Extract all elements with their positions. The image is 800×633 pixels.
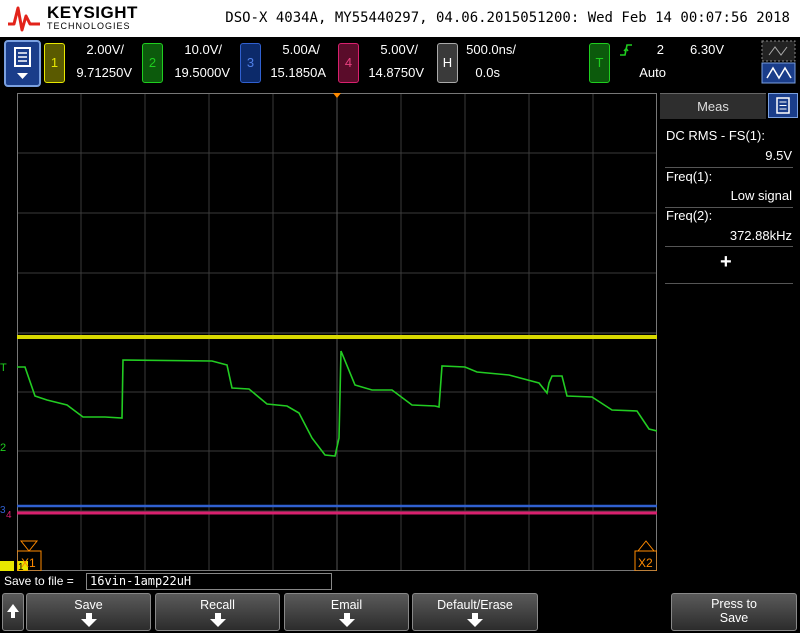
channel-3-offset: 15.1850A: [270, 65, 326, 80]
display-mode-button[interactable]: [761, 40, 796, 84]
channel-4-offset: 14.8750V: [368, 65, 424, 80]
channel-3-button[interactable]: 3: [240, 43, 261, 83]
horizontal-delay: 0.0s: [475, 65, 500, 80]
up-arrow-icon: [7, 604, 19, 618]
save-row: Save to file = 16vin-1amp22uH: [0, 572, 800, 592]
waveform-mode-icon: [761, 40, 796, 84]
softkey-bar: Save Recall Email Default/Erase Press to…: [0, 592, 800, 632]
channel-2-level-marker: 2: [0, 442, 7, 454]
trigger-mode: Auto: [639, 65, 666, 80]
channel-1-scale: 2.00V/: [86, 42, 124, 57]
meas-2-value: Low signal: [730, 188, 792, 203]
divider: [665, 167, 793, 168]
filename-input[interactable]: 16vin-1amp22uH: [86, 573, 332, 590]
channel-2-offset-marker: T: [0, 362, 7, 374]
cursor-x1-label[interactable]: X1: [21, 556, 36, 570]
save-softkey[interactable]: Save: [26, 593, 151, 631]
channel-3-ground-marker: 3: [0, 505, 6, 516]
divider: [665, 283, 793, 284]
channel-2-button[interactable]: 2: [142, 43, 163, 83]
channel-1-ground-marker: [0, 561, 14, 571]
menu-icon: [14, 47, 31, 79]
channel-bar: 1 2.00V/ 9.71250V 2 10.0V/ 19.5000V 3 5.…: [0, 37, 800, 90]
default-erase-softkey[interactable]: Default/Erase: [412, 593, 538, 631]
add-measurement-button[interactable]: +: [720, 251, 732, 274]
save-to-file-label: Save to file =: [4, 574, 74, 588]
trigger-source: 2: [656, 42, 664, 57]
channel-2-offset: 19.5000V: [174, 65, 230, 80]
title-bar: KEYSIGHT TECHNOLOGIES DSO-X 4034A, MY554…: [0, 0, 800, 37]
meas-2-label: Freq(1):: [666, 169, 713, 184]
press-to-save-softkey[interactable]: Press to Save: [671, 593, 797, 631]
meas-1-label: DC RMS - FS(1):: [666, 128, 765, 143]
horizontal-scale: 500.0ns/: [466, 42, 516, 57]
instrument-info: DSO-X 4034A, MY55440297, 04.06.201505120…: [225, 10, 790, 26]
recall-softkey[interactable]: Recall: [155, 593, 280, 631]
down-arrow-icon: [338, 613, 355, 627]
main-menu-button[interactable]: [4, 40, 41, 87]
keysight-wave-icon: [8, 6, 40, 32]
email-softkey[interactable]: Email: [284, 593, 409, 631]
meas-3-value: 372.88kHz: [729, 228, 792, 243]
meas-1-value: 9.5V: [765, 148, 792, 163]
channel-4-scale: 5.00V/: [380, 42, 418, 57]
channel-4-button[interactable]: 4: [338, 43, 359, 83]
channel-2-scale: 10.0V/: [184, 42, 222, 57]
rising-edge-icon: [620, 44, 632, 56]
down-arrow-icon: [467, 613, 483, 627]
divider: [665, 246, 793, 247]
trigger-button[interactable]: T: [589, 43, 610, 83]
keysight-logo: KEYSIGHT TECHNOLOGIES: [6, 2, 138, 34]
brand-subtitle: TECHNOLOGIES: [47, 21, 131, 31]
tab-meas[interactable]: Meas: [660, 93, 766, 119]
channel-1-button[interactable]: 1: [44, 43, 65, 83]
channel-4-ground-marker: 4: [6, 510, 12, 521]
meas-menu-button[interactable]: [768, 93, 798, 118]
trigger-level: 6.30V: [690, 42, 724, 57]
meas-3-label: Freq(2):: [666, 208, 713, 223]
waveform-display[interactable]: 1 2 T X1 X2: [17, 93, 657, 571]
brand-name: KEYSIGHT: [47, 3, 138, 22]
down-arrow-icon: [80, 613, 97, 627]
cursor-x2-label[interactable]: X2: [638, 556, 653, 570]
measurements-panel: Meas DC RMS - FS(1): 9.5V Freq(1): Low s…: [660, 93, 800, 571]
down-arrow-icon: [209, 613, 226, 627]
document-icon: [776, 97, 790, 114]
channel-3-scale: 5.00A/: [282, 42, 320, 57]
channel-1-trace: [17, 335, 657, 339]
back-button[interactable]: [2, 593, 24, 631]
horizontal-button[interactable]: H: [437, 43, 458, 83]
channel-1-offset: 9.71250V: [76, 65, 132, 80]
